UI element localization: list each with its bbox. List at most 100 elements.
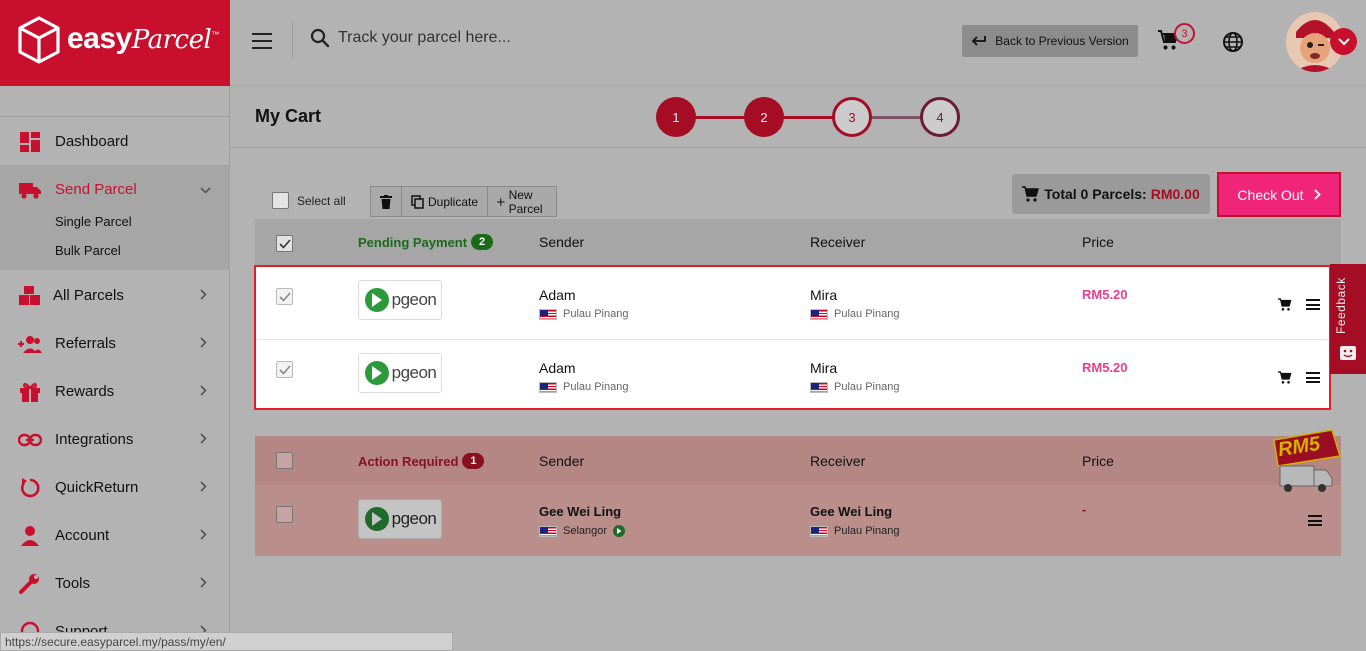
checkout-button[interactable]: Check Out [1217, 172, 1341, 217]
menu-toggle-icon[interactable] [252, 33, 272, 49]
sidebar-item-integrations[interactable]: Integrations [0, 415, 229, 463]
sender-location: Selangor [539, 525, 626, 537]
courier-logo: pgeon [358, 353, 442, 393]
row-menu-icon[interactable] [1306, 372, 1320, 383]
chevron-right-icon [200, 287, 207, 303]
search-input[interactable]: Track your parcel here... [338, 29, 511, 47]
table-row[interactable]: pgeon Adam Pulau Pinang Mira Pulau Pinan… [256, 267, 1329, 338]
step-4[interactable]: 4 [920, 97, 960, 137]
chevron-right-icon [200, 431, 207, 447]
person-icon [21, 526, 39, 546]
rm5-promo-badge[interactable]: RM5 [1270, 428, 1342, 494]
malaysia-flag-icon [810, 381, 828, 393]
duplicate-button[interactable]: Duplicate [402, 187, 489, 216]
delete-button[interactable] [371, 187, 402, 216]
sidebar-item-send-parcel[interactable]: Send Parcel [0, 165, 229, 213]
brand-name: easyParcel™ [67, 22, 219, 55]
price-column-header: Price [1082, 234, 1114, 250]
header-divider [292, 22, 293, 58]
cart-icon [1022, 186, 1040, 202]
sidebar-subitem-bulk-parcel[interactable]: Bulk Parcel [55, 243, 121, 258]
row-menu-icon[interactable] [1308, 515, 1322, 526]
sidebar-item-tools[interactable]: Tools [0, 559, 229, 607]
row-price: RM5.20 [1082, 287, 1128, 302]
receiver-name: Mira [810, 360, 838, 376]
row-price: - [1082, 502, 1087, 517]
boxes-icon [19, 286, 40, 305]
chevron-down-icon [200, 181, 211, 197]
table-row[interactable]: pgeon Gee Wei Ling Selangor Gee Wei Ling… [255, 485, 1341, 556]
row-menu-icon[interactable] [1306, 299, 1320, 310]
avatar-dropdown-icon[interactable] [1330, 28, 1357, 55]
courier-logo: pgeon [358, 499, 442, 539]
sender-name: Adam [539, 360, 576, 376]
row-checkbox[interactable] [276, 506, 293, 523]
sidebar-item-quickreturn[interactable]: QuickReturn [0, 463, 229, 511]
truck-icon [19, 183, 41, 199]
top-header: Track your parcel here... Back to Previo… [230, 0, 1366, 86]
back-to-previous-version-button[interactable]: Back to Previous Version [962, 25, 1138, 57]
receiver-column-header: Receiver [810, 234, 866, 250]
malaysia-flag-icon [810, 525, 828, 537]
action-select-checkbox[interactable] [276, 452, 293, 469]
checkbox[interactable] [272, 192, 289, 209]
chevron-right-icon [200, 527, 207, 543]
new-parcel-button[interactable]: New Parcel [488, 187, 556, 216]
sidebar-item-rewards[interactable]: Rewards [0, 367, 229, 415]
pending-select-checkbox[interactable] [276, 235, 293, 252]
return-icon [20, 478, 40, 498]
receiver-name: Mira [810, 287, 838, 303]
receiver-location: Pulau Pinang [810, 525, 899, 537]
table-row[interactable]: pgeon Adam Pulau Pinang Mira Pulau Pinan… [256, 340, 1329, 411]
price-column-header: Price [1082, 453, 1114, 469]
action-count-badge: 1 [462, 453, 485, 469]
sender-name: Adam [539, 287, 576, 303]
copy-icon [411, 194, 424, 209]
pgeon-logo-icon [364, 288, 389, 312]
sidebar-item-all-parcels[interactable]: All Parcels [0, 271, 229, 319]
step-connector [694, 116, 746, 119]
sender-column-header: Sender [539, 453, 585, 469]
cart-total: Total 0 Parcels: RM0.00 [1012, 174, 1210, 214]
globe-language-icon[interactable] [1222, 31, 1244, 53]
row-checkbox[interactable] [276, 288, 293, 305]
smiley-icon [1340, 346, 1356, 360]
chevron-right-icon [200, 575, 207, 591]
receiver-column-header: Receiver [810, 453, 866, 469]
sidebar-item-dashboard[interactable]: Dashboard [0, 117, 229, 165]
sidebar-item-account[interactable]: Account [0, 511, 229, 559]
row-price: RM5.20 [1082, 360, 1128, 375]
sender-name: Gee Wei Ling [539, 504, 622, 519]
select-all-checkbox[interactable]: Select all [272, 192, 346, 209]
step-2[interactable]: 2 [744, 97, 784, 137]
cart-count-badge: 3 [1174, 23, 1195, 44]
cart-icon[interactable] [1278, 298, 1292, 311]
sidebar: Dashboard Send Parcel Single Parcel Bulk… [0, 86, 230, 651]
wrench-icon [19, 574, 39, 594]
dashboard-icon [20, 132, 40, 152]
cube-logo-icon [18, 16, 60, 64]
step-1[interactable]: 1 [656, 97, 696, 137]
plus-icon [497, 197, 505, 206]
feedback-tab[interactable]: Feedback [1330, 264, 1366, 374]
malaysia-flag-icon [539, 381, 557, 393]
malaysia-flag-icon [539, 525, 557, 537]
pgeon-mini-icon [613, 525, 626, 537]
track-parcel-search[interactable]: Track your parcel here... [310, 28, 511, 48]
pending-payment-header: Pending Payment 2 Sender Receiver Price [255, 219, 1341, 266]
cart-icon[interactable] [1278, 371, 1292, 384]
step-3[interactable]: 3 [832, 97, 872, 137]
sender-location: Pulau Pinang [539, 381, 628, 393]
chevron-right-icon [200, 335, 207, 351]
receiver-location: Pulau Pinang [810, 308, 899, 320]
sidebar-item-referrals[interactable]: Referrals [0, 319, 229, 367]
malaysia-flag-icon [539, 308, 557, 320]
row-checkbox[interactable] [276, 361, 293, 378]
main-divider [230, 147, 1366, 148]
pending-rows: pgeon Adam Pulau Pinang Mira Pulau Pinan… [254, 265, 1331, 410]
pgeon-logo-icon [364, 361, 389, 385]
sidebar-subitem-single-parcel[interactable]: Single Parcel [55, 214, 132, 229]
page-title: My Cart [255, 106, 322, 126]
brand-logo[interactable]: easyParcel™ [0, 0, 230, 86]
chevron-right-icon [200, 383, 207, 399]
